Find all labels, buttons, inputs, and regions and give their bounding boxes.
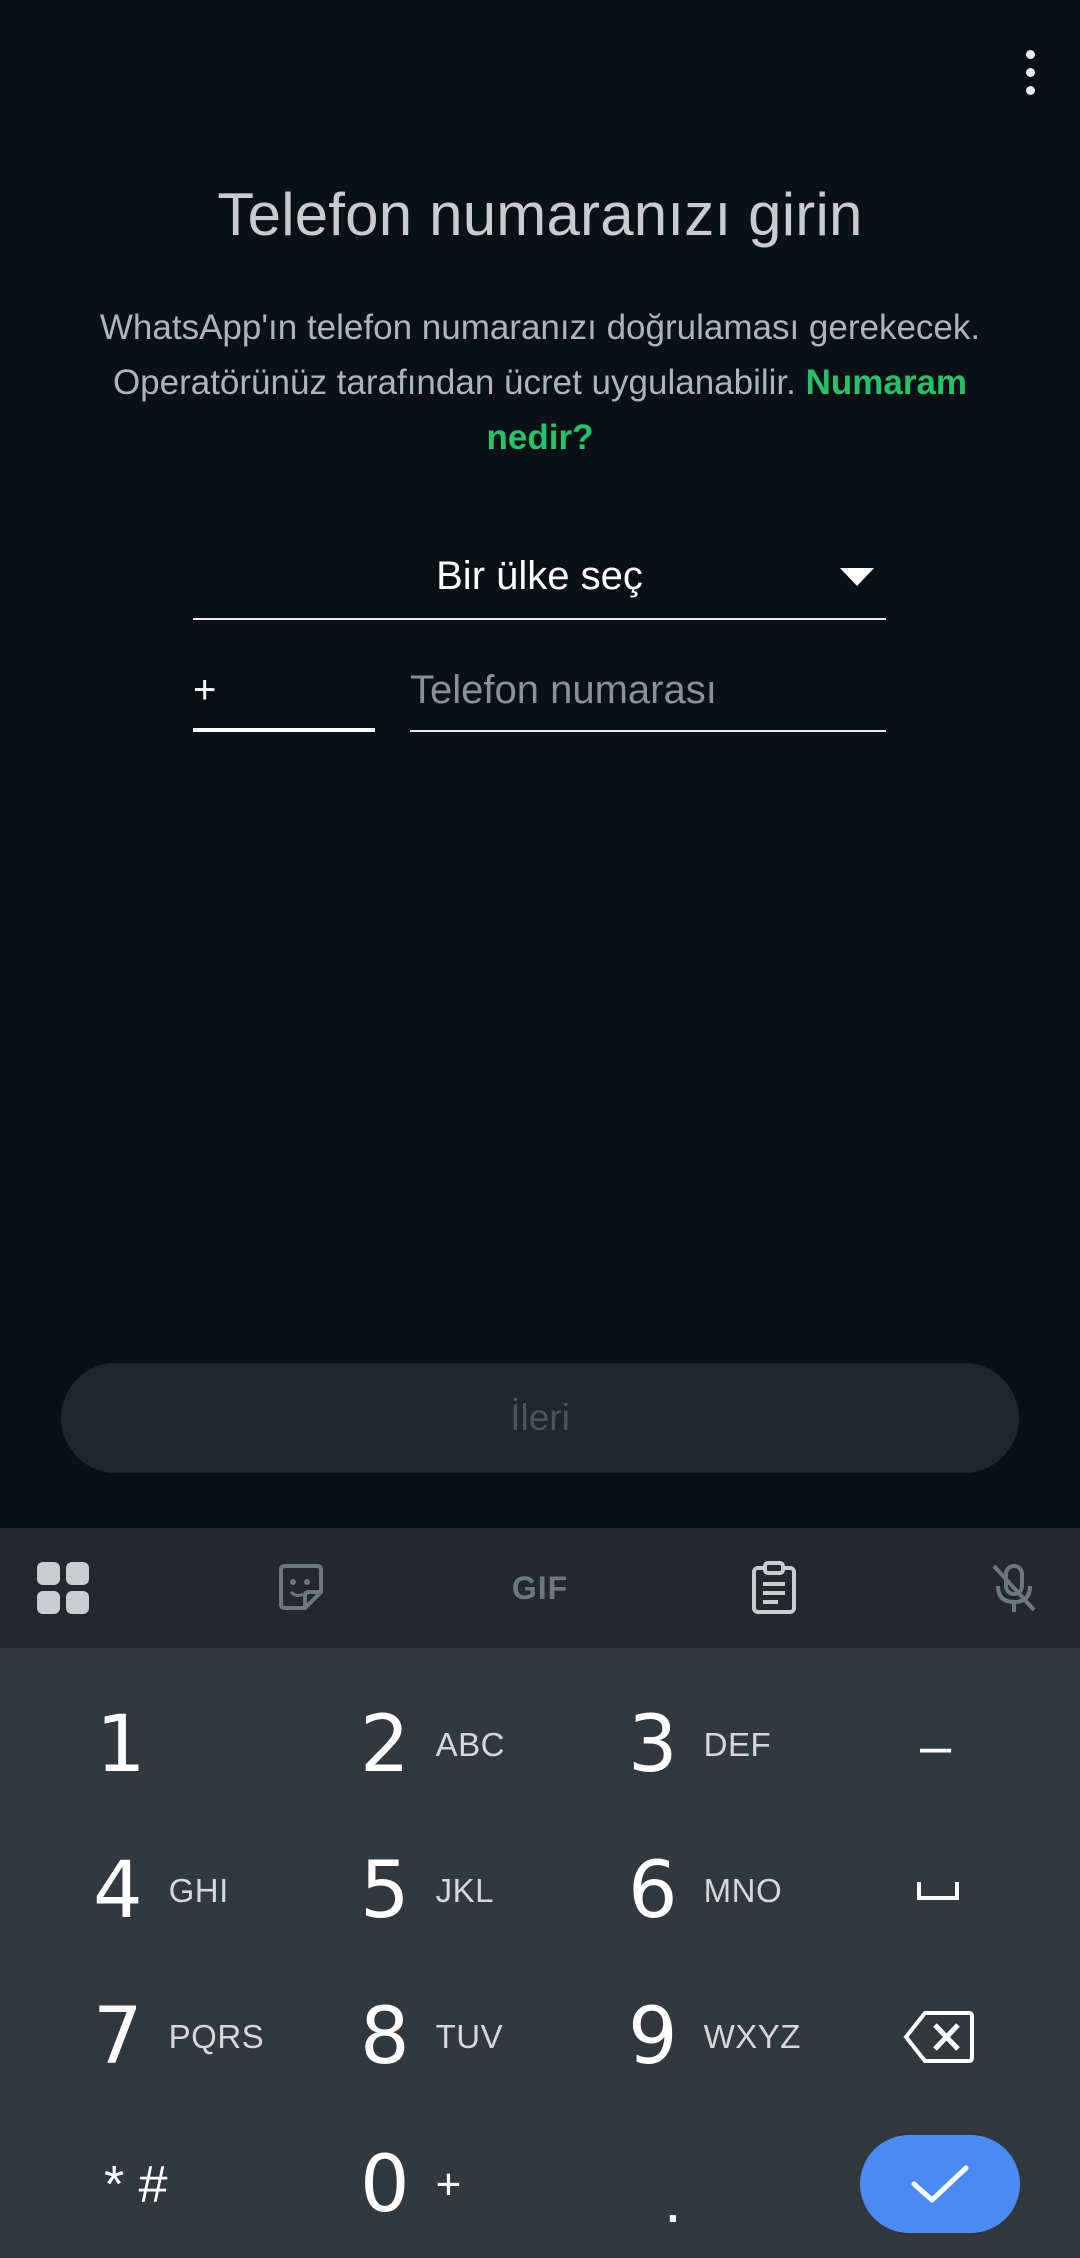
key-digit: 6 — [628, 1846, 678, 1936]
key-letters: PQRS — [168, 2018, 265, 2055]
key-digit: 5 — [360, 1846, 410, 1936]
key-5[interactable]: 5 JKL — [360, 1826, 494, 1956]
key-2[interactable]: 2 ABC — [360, 1680, 505, 1810]
key-letters: DEF — [703, 1726, 772, 1763]
key-digit: 9 — [628, 1992, 678, 2082]
key-star-hash[interactable]: * # — [104, 2120, 168, 2250]
key-0[interactable]: 0 + — [360, 2120, 462, 2250]
checkmark-icon — [911, 2165, 969, 2203]
key-7[interactable]: 7 PQRS — [93, 1972, 264, 2102]
keyboard-toolbar: GIF — [0, 1528, 1080, 1648]
page-title: Telefon numaranızı girin — [217, 181, 863, 248]
menu-dot — [1025, 67, 1035, 77]
clipboard-icon[interactable] — [742, 1556, 806, 1620]
minus-symbol: – — [920, 1713, 952, 1777]
backspace-key[interactable] — [903, 1972, 975, 2102]
key-digit: 7 — [93, 1992, 143, 2082]
key-letters: MNO — [703, 1872, 783, 1909]
space-key[interactable] — [915, 1826, 961, 1956]
registration-screen: Telefon numaranızı girin WhatsApp'ın tel… — [0, 0, 1080, 2258]
menu-dot — [1025, 85, 1035, 95]
key-letters: GHI — [168, 1872, 229, 1909]
key-digit: 1 — [96, 1700, 146, 1790]
dropdown-arrow-icon — [840, 568, 874, 586]
dot-symbol: . — [664, 2164, 682, 2236]
country-select[interactable]: Bir ülke seç — [193, 540, 886, 620]
star-hash-symbol: * # — [104, 2156, 168, 2214]
country-code-input[interactable]: + — [193, 660, 375, 732]
key-9[interactable]: 9 WXYZ — [628, 1972, 801, 2102]
key-digit: 4 — [93, 1846, 143, 1936]
key-dot[interactable]: . — [664, 2135, 682, 2258]
key-digit: 3 — [628, 1700, 678, 1790]
key-digit: 8 — [360, 1992, 410, 2082]
menu-dot — [1025, 49, 1035, 59]
more-options-icon[interactable] — [1008, 44, 1052, 100]
apps-grid-icon[interactable] — [31, 1556, 95, 1620]
key-letters: TUV — [435, 2018, 504, 2055]
key-letters: WXYZ — [703, 2018, 801, 2055]
key-digit: 2 — [360, 1700, 410, 1790]
key-4[interactable]: 4 GHI — [93, 1826, 229, 1956]
key-8[interactable]: 8 TUV — [360, 1972, 503, 2102]
gif-button[interactable]: GIF — [505, 1556, 575, 1620]
backspace-icon — [903, 2011, 974, 2063]
key-letters: JKL — [435, 1872, 495, 1909]
country-select-label: Bir ülke seç — [436, 554, 643, 598]
mic-off-icon[interactable] — [982, 1556, 1046, 1620]
key-minus[interactable]: – — [920, 1680, 951, 1810]
description-text: WhatsApp'ın telefon numaranızı doğrulama… — [90, 300, 990, 465]
phone-number-input[interactable]: Telefon numarası — [410, 660, 886, 732]
key-letters: ABC — [435, 1726, 505, 1763]
key-plus: + — [435, 2160, 462, 2209]
key-6[interactable]: 6 MNO — [628, 1826, 782, 1956]
sticker-icon[interactable] — [269, 1556, 333, 1620]
key-1[interactable]: 1 — [96, 1680, 146, 1810]
key-3[interactable]: 3 DEF — [628, 1680, 771, 1810]
next-button[interactable]: İleri — [61, 1363, 1019, 1473]
done-button[interactable] — [860, 2135, 1020, 2233]
key-digit: 0 — [360, 2140, 410, 2230]
space-icon — [917, 1882, 959, 1900]
